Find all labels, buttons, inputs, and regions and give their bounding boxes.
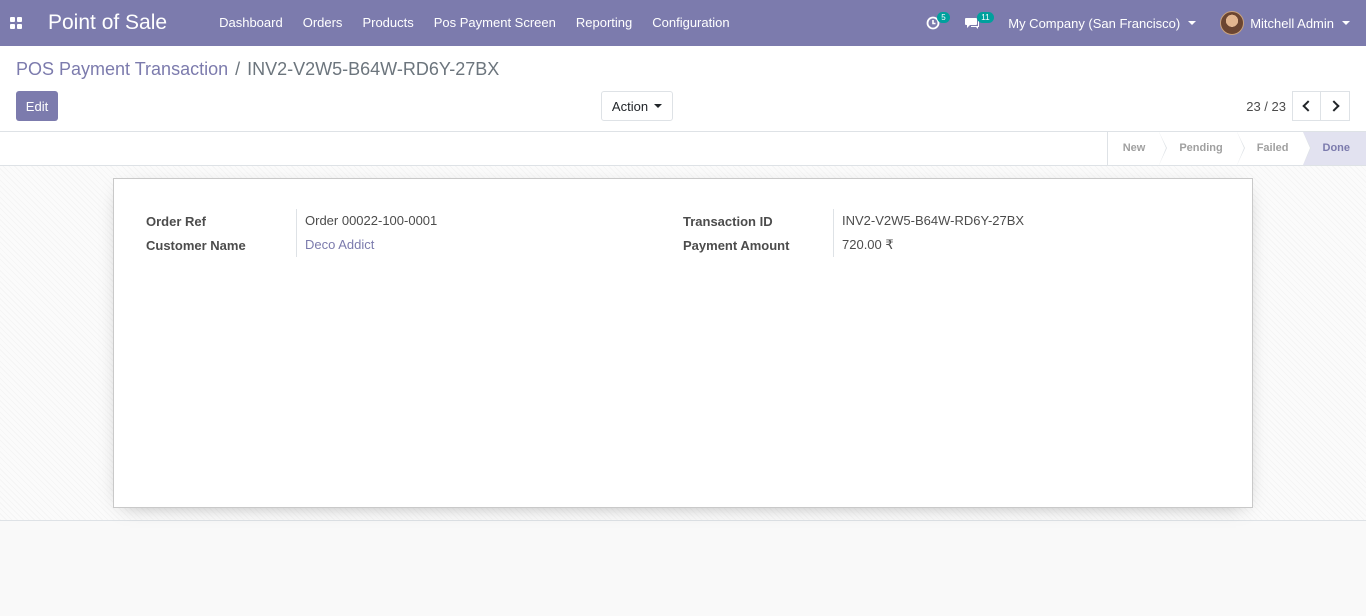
activity-menu[interactable]: 5 xyxy=(916,0,958,46)
caret-down-icon xyxy=(1188,21,1197,25)
app-brand[interactable]: Point of Sale xyxy=(48,11,167,35)
status-step-done[interactable]: Done xyxy=(1302,132,1366,165)
form-sheet: Order Ref Order 00022-100-0001 Customer … xyxy=(113,178,1253,508)
chevron-left-icon xyxy=(1302,100,1314,112)
company-switcher[interactable]: My Company (San Francisco) xyxy=(1008,0,1197,46)
apps-grid-icon xyxy=(10,17,22,29)
pager-next-button[interactable] xyxy=(1321,91,1350,121)
form-statusbar: New Pending Failed Done xyxy=(0,132,1366,166)
top-navbar: Point of Sale Dashboard Orders Products … xyxy=(0,0,1366,46)
status-step-new[interactable]: New xyxy=(1108,132,1167,165)
field-label: Order Ref xyxy=(146,213,206,229)
field-order-ref: Order Ref Order 00022-100-0001 xyxy=(146,209,437,233)
menu-item-orders[interactable]: Orders xyxy=(293,0,353,46)
caret-down-icon xyxy=(1342,21,1350,25)
breadcrumb: POS Payment Transaction / INV2-V2W5-B64W… xyxy=(16,59,499,80)
caret-down-icon xyxy=(654,104,663,108)
field-payment-amount: Payment Amount 720.00 ₹ xyxy=(683,233,1024,257)
menu-item-pos-payment-screen[interactable]: Pos Payment Screen xyxy=(424,0,566,46)
breadcrumb-parent-link[interactable]: POS Payment Transaction xyxy=(16,59,228,80)
transaction-id-value: INV2-V2W5-B64W-RD6Y-27BX xyxy=(833,209,1024,233)
order-ref-value: Order 00022-100-0001 xyxy=(296,209,437,233)
company-name: My Company (San Francisco) xyxy=(1008,15,1181,31)
chevron-right-icon xyxy=(1327,100,1340,112)
customer-name-link[interactable]: Deco Addict xyxy=(296,233,374,257)
breadcrumb-current: INV2-V2W5-B64W-RD6Y-27BX xyxy=(247,59,500,79)
status-step-failed[interactable]: Failed xyxy=(1237,132,1311,165)
edit-button[interactable]: Edit xyxy=(16,91,58,121)
form-group-right: Transaction ID INV2-V2W5-B64W-RD6Y-27BX … xyxy=(683,209,1024,257)
menu-item-reporting[interactable]: Reporting xyxy=(566,0,642,46)
payment-amount-value: 720.00 ₹ xyxy=(833,233,894,257)
activity-count-badge: 5 xyxy=(937,12,950,23)
menu-item-dashboard[interactable]: Dashboard xyxy=(209,0,293,46)
pager-previous-button[interactable] xyxy=(1292,91,1321,121)
form-background: Order Ref Order 00022-100-0001 Customer … xyxy=(0,166,1366,521)
systray: 5 11 My Company (San Francisco) Mitchell… xyxy=(916,0,1366,46)
messaging-menu[interactable]: 11 xyxy=(958,0,1008,46)
main-menu: Dashboard Orders Products Pos Payment Sc… xyxy=(209,0,739,46)
action-dropdown-button[interactable]: Action xyxy=(601,91,673,121)
status-steps: New Pending Failed Done xyxy=(1106,132,1366,165)
pager: 23 / 23 xyxy=(1246,91,1350,121)
control-panel: POS Payment Transaction / INV2-V2W5-B64W… xyxy=(0,46,1366,132)
messages-count-badge: 11 xyxy=(977,12,994,23)
avatar xyxy=(1220,11,1245,35)
breadcrumb-separator: / xyxy=(235,59,241,79)
action-label: Action xyxy=(611,98,649,114)
user-name: Mitchell Admin xyxy=(1250,15,1334,31)
field-transaction-id: Transaction ID INV2-V2W5-B64W-RD6Y-27BX xyxy=(683,209,1024,233)
status-step-pending[interactable]: Pending xyxy=(1159,132,1246,165)
field-label: Payment Amount xyxy=(683,237,790,253)
user-menu[interactable]: Mitchell Admin xyxy=(1220,0,1350,46)
form-group-left: Order Ref Order 00022-100-0001 Customer … xyxy=(146,209,437,257)
menu-item-configuration[interactable]: Configuration xyxy=(642,0,739,46)
menu-item-products[interactable]: Products xyxy=(352,0,423,46)
pager-value[interactable]: 23 / 23 xyxy=(1246,99,1286,114)
field-label: Transaction ID xyxy=(683,213,773,229)
field-customer-name: Customer Name Deco Addict xyxy=(146,233,437,257)
apps-menu-button[interactable] xyxy=(0,0,32,46)
field-label: Customer Name xyxy=(146,237,246,253)
